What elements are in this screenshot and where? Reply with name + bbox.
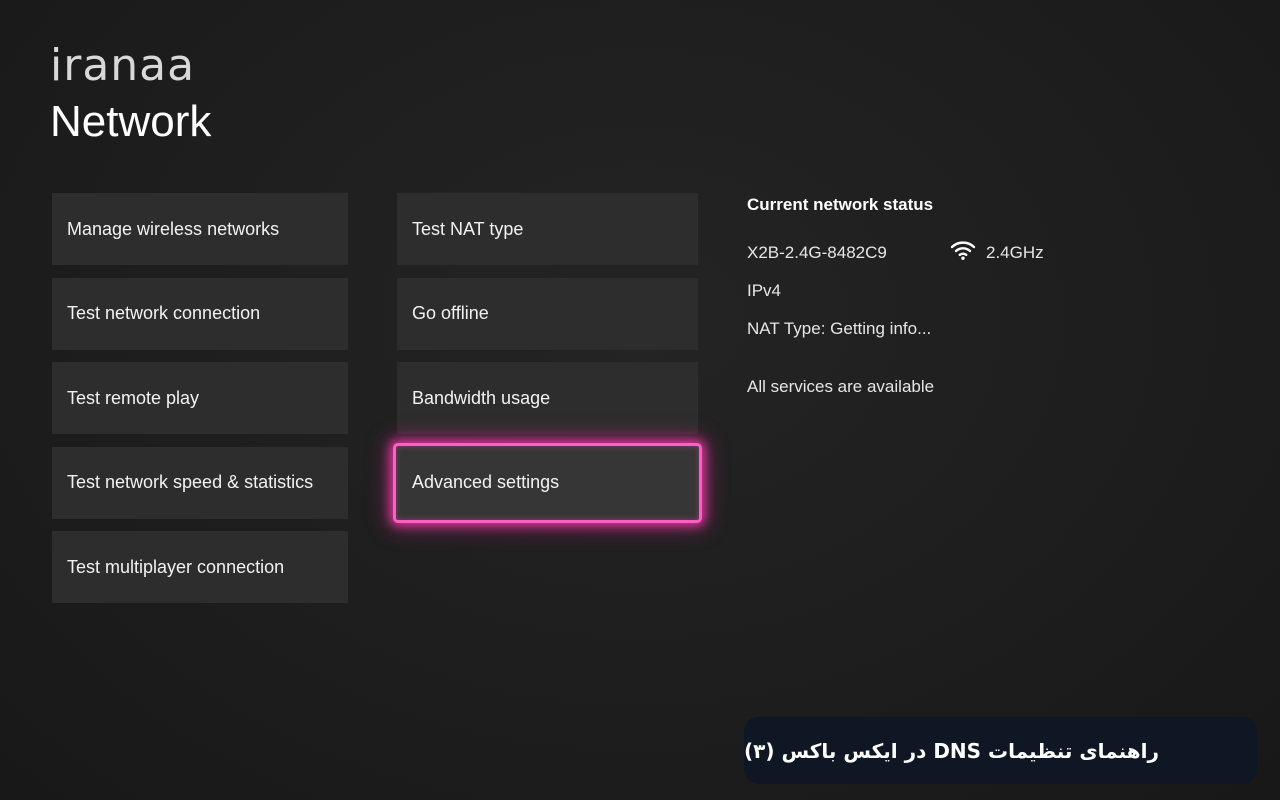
go-offline-button[interactable]: Go offline <box>397 277 698 350</box>
network-status-panel: Current network status X2B-2.4G-8482C9 2… <box>747 195 1167 415</box>
manage-wireless-networks-button[interactable]: Manage wireless networks <box>52 193 348 265</box>
test-network-speed-button[interactable]: Test network speed & statistics <box>52 446 348 519</box>
ssid-row: X2B-2.4G-8482C9 2.4GHz <box>747 241 1167 262</box>
band-indicator: 2.4GHz <box>950 239 1044 266</box>
test-multiplayer-connection-button[interactable]: Test multiplayer connection <box>52 531 348 603</box>
status-spacer <box>747 357 1167 377</box>
page-title: Network <box>50 97 212 146</box>
test-nat-type-button[interactable]: Test NAT type <box>397 193 698 265</box>
status-heading: Current network status <box>747 195 934 214</box>
band-label: 2.4GHz <box>986 242 1044 262</box>
article-caption-badge: راهنمای تنظیمات DNS در ایکس باکس (۳) <box>744 717 1257 784</box>
network-options-middle-column: Test NAT type Go offline Bandwidth usage… <box>393 193 702 535</box>
nat-type-status: NAT Type: Getting info... <box>747 319 932 338</box>
test-network-connection-button[interactable]: Test network connection <box>52 277 348 350</box>
brand-logo: iranaa <box>50 40 196 91</box>
ip-version: IPv4 <box>747 281 782 300</box>
advanced-settings-button[interactable]: Advanced settings <box>393 442 702 523</box>
caption-text: راهنمای تنظیمات DNS در ایکس باکس (۳) <box>744 738 1159 763</box>
test-remote-play-button[interactable]: Test remote play <box>52 362 348 434</box>
network-settings-screen: iranaa Network Manage wireless networks … <box>0 0 1280 800</box>
bandwidth-usage-button[interactable]: Bandwidth usage <box>397 362 698 434</box>
services-status: All services are available <box>747 377 935 396</box>
wifi-icon <box>950 239 986 266</box>
network-options-left-column: Manage wireless networks Test network co… <box>52 193 348 616</box>
ssid-name: X2B-2.4G-8482C9 <box>747 242 887 262</box>
